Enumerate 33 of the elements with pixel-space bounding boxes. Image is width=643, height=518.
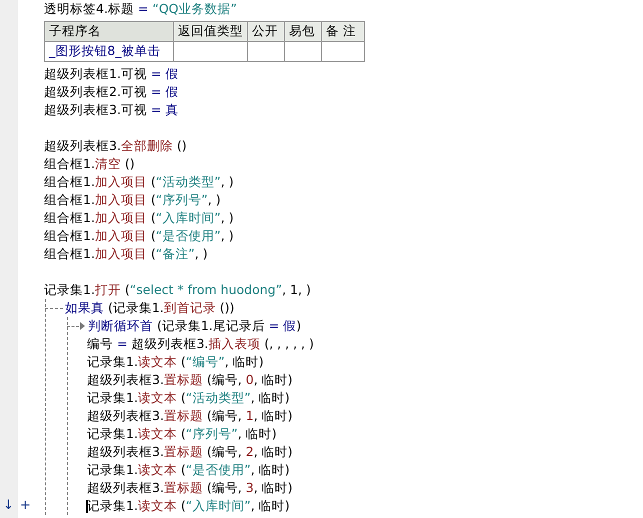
table-cell: _图形按钮8_被单击: [44, 42, 174, 62]
code-line: 判断循环首 (记录集1.尾记录后 = 假): [88, 317, 302, 335]
code-line: 编号 = 超级列表框3.插入表项 (, , , , , ): [87, 335, 314, 353]
code-line: 组合框1.加入项目 (“活动类型”, ): [44, 173, 234, 191]
code-line: 透明标签4.标题 = “QQ业务数据”: [44, 0, 237, 18]
column-header: 易包: [284, 22, 322, 42]
column-header: 公开: [248, 22, 284, 42]
code-line: 超级列表框3.置标题 (编号, 1, 临时): [87, 407, 293, 425]
gutter-marker[interactable]: ↓: [3, 497, 14, 515]
code-line: 组合框1.加入项目 (“入库时间”, ): [44, 209, 234, 227]
code-line: 组合框1.清空 (): [44, 155, 135, 173]
code-line: 如果真 (记录集1.到首记录 ()): [65, 299, 234, 317]
code-line: 记录集1.读文本 (“是否使用”, 临时): [87, 461, 290, 479]
code-line: 组合框1.加入项目 (“备注”, ): [44, 245, 208, 263]
code-line: 超级列表框3.全部删除 (): [44, 137, 187, 155]
code-line: 超级列表框3.可视 = 真: [44, 101, 178, 119]
code-line: 超级列表框3.置标题 (编号, 0, 临时): [87, 371, 293, 389]
code-line: 超级列表框3.置标题 (编号, 2, 临时): [87, 443, 293, 461]
column-header: 子程序名: [44, 22, 174, 42]
code-line: 组合框1.加入项目 (“是否使用”, ): [44, 227, 234, 245]
code-line: 记录集1.读文本 (“序列号”, 临时): [87, 425, 277, 443]
column-header: 备 注: [322, 22, 364, 42]
gutter-marker[interactable]: +: [20, 497, 31, 515]
code-line: 超级列表框3.置标题 (编号, 3, 临时): [87, 479, 293, 497]
column-header: 返回值类型: [174, 22, 248, 42]
code-line: 记录集1.读文本 (“入库时间”, 临时): [87, 497, 290, 515]
code-line: 记录集1.打开 (“select * from huodong”, 1, ): [44, 281, 311, 299]
loop-arrow-icon: [80, 322, 85, 330]
code-line: 记录集1.读文本 (“编号”, 临时): [87, 353, 264, 371]
code-line: 组合框1.加入项目 (“序列号”, ): [44, 191, 221, 209]
code-line: 超级列表框1.可视 = 假: [44, 65, 178, 83]
code-line: 记录集1.读文本 (“活动类型”, 临时): [87, 389, 290, 407]
code-line: 超级列表框2.可视 = 假: [44, 83, 178, 101]
